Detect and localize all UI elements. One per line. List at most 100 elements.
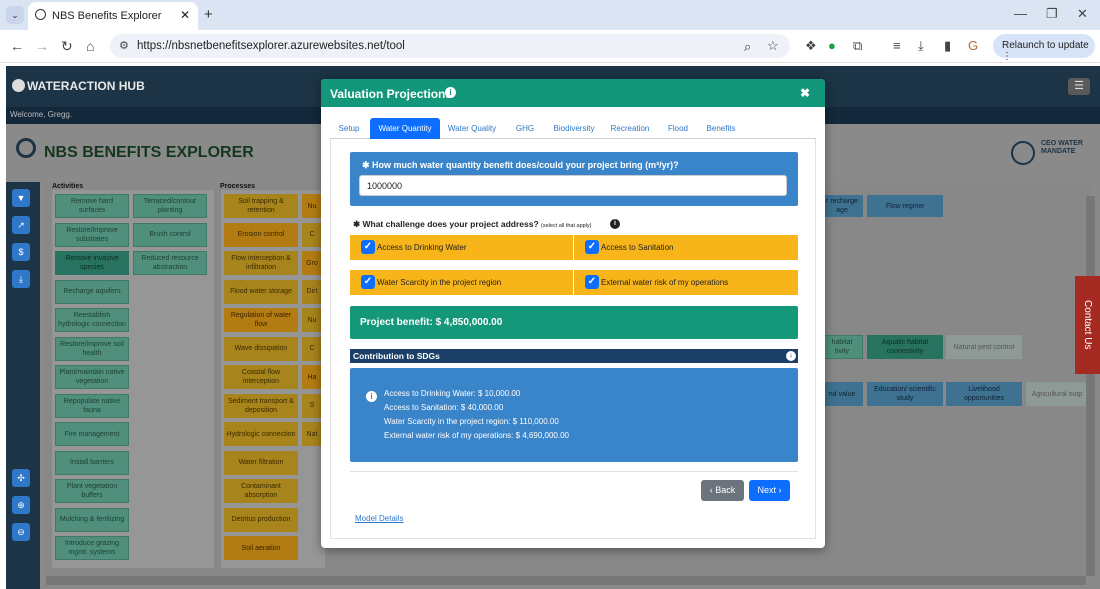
side-panel-icon[interactable]: ▮ [944,38,951,54]
model-details-link[interactable]: Model Details [355,514,403,523]
info-icon[interactable]: i [445,87,456,98]
contact-us-tab[interactable]: Contact Us [1075,276,1100,374]
dollar-icon[interactable]: $ [12,243,30,261]
home-icon[interactable]: ⌂ [86,38,94,54]
grid-cell[interactable]: Dirt [302,279,322,304]
tab-ghg[interactable]: GHG [504,118,546,139]
grid-cell[interactable]: Hydrologic connection [224,422,298,446]
grid-cell[interactable]: Coastal flow interception [224,365,298,389]
minimize-icon[interactable]: — [1014,6,1027,21]
tab-biodiversity[interactable]: Biodiversity [548,118,600,139]
grid-cell[interactable]: Reduced resource abstraction [133,251,207,275]
tab-water-quantity[interactable]: Water Quantity [370,118,440,139]
tab-close-icon[interactable]: ✕ [180,8,190,22]
grid-cell[interactable]: Gro [302,251,322,275]
checkbox-drinking-water[interactable]: ✓ Access to Drinking Water [350,235,573,260]
checkbox-external-risk[interactable]: ✓ External water risk of my operations [574,270,798,295]
grid-cell[interactable]: Contaminant absorption [224,479,298,503]
grid-cell-natural-pest[interactable]: Natural pest control [946,335,1022,359]
grid-cell[interactable]: Erosion control [224,222,298,247]
grid-cell-agricultural[interactable]: Agricultural outp [1026,382,1088,406]
grid-cell[interactable]: Plant vegetation buffers [55,479,129,503]
grid-cell[interactable]: Restore/improve substrates [55,222,129,247]
grid-cell[interactable]: Remove invasive species [55,251,129,275]
site-info-icon[interactable]: ⚙ [119,39,129,52]
grid-cell[interactable]: Terraced/contour planting [133,194,207,218]
grid-cell[interactable]: Flood water storage [224,279,298,304]
browser-tab[interactable]: NBS Benefits Explorer ✕ [28,2,198,30]
grid-cell[interactable]: Recharge aquifers [55,279,129,304]
back-arrow-icon[interactable]: ← [10,38,24,54]
grid-cell-flow-regime[interactable]: Flow regime [867,195,943,217]
grid-cell[interactable]: C [302,336,322,361]
checkbox-water-scarcity[interactable]: ✓ Water Scarcity in the project region [350,270,573,295]
close-icon[interactable]: ✖ [800,86,810,100]
grid-cell[interactable]: Remove hard surfaces [55,194,129,218]
zoom-in-icon[interactable]: ⊕ [12,496,30,514]
water-action-hub-logo[interactable]: WATERACTION HUB [12,79,145,93]
tab-setup[interactable]: Setup [330,118,368,139]
bookmark-star-icon[interactable]: ☆ [767,38,779,54]
restore-icon[interactable]: ❐ [1046,6,1058,22]
grid-cell[interactable]: Ha [302,365,322,389]
grid-cell[interactable]: Plant/maintain native vegetation [55,365,129,389]
extensions-puzzle-icon[interactable]: ⧉ [853,38,862,54]
grid-cell[interactable]: Reestablish hydrologic connection [55,308,129,332]
grid-cell[interactable]: Wave dissipation [224,336,298,361]
grid-cell[interactable]: Fire management [55,422,129,446]
grid-cell[interactable]: S [302,393,322,418]
grid-cell[interactable]: Brush control [133,222,207,247]
grid-cell[interactable]: Nu [302,308,322,332]
zoom-out-icon[interactable]: ⊖ [12,523,30,541]
sdg-collapse-header[interactable]: Contribution to SDGs ↓ [350,349,798,363]
download-icon[interactable]: ⤓ [918,38,924,54]
grid-cell[interactable]: Sediment transport & deposition [224,393,298,418]
grid-cell-land-value[interactable]: nd value [821,382,863,406]
grid-cell[interactable]: C [302,222,322,247]
grid-cell[interactable]: Soil aeration [224,536,298,560]
grid-cell[interactable]: Regulation of water flow [224,308,298,332]
water-quantity-input[interactable]: 1000000 [359,175,787,196]
vertical-scrollbar[interactable] [1086,196,1095,576]
tab-water-quality[interactable]: Water Quality [443,118,501,139]
relaunch-button[interactable]: Relaunch to update ⋮ [993,34,1095,62]
grid-cell-aquatic-habitat[interactable]: Aquatic habitat connectivity [867,335,943,359]
hamburger-menu-icon[interactable]: ☰ [1068,78,1090,95]
grid-cell[interactable]: Repopulate native fauna [55,393,129,418]
grid-cell[interactable]: Install barriers [55,450,129,475]
tab-search-button[interactable]: ⌄ [6,6,24,24]
grid-cell[interactable]: Detritus production [224,507,298,532]
grid-cell-livelihood[interactable]: Livelihood opportunities [946,382,1022,406]
next-button[interactable]: Next › [749,480,790,501]
chart-icon[interactable]: ↗ [12,216,30,234]
grid-cell[interactable]: Mulching & fertilizing [55,507,129,532]
reload-icon[interactable]: ↻ [61,38,73,55]
tab-recreation[interactable]: Recreation [604,118,656,139]
zoom-icon[interactable]: ⌕ [744,39,751,55]
checkbox-sanitation[interactable]: ✓ Access to Sanitation [574,235,798,260]
grid-cell[interactable]: Nat [302,422,322,446]
grid-cell-education[interactable]: Education/ scientific study [867,382,943,406]
grid-cell[interactable]: Restore/improve soil health [55,336,129,361]
grid-cell[interactable]: Introduce grazing mgmt. systems [55,536,129,560]
grid-cell[interactable]: Soil trapping & retention [224,194,298,218]
grid-cell-recharge[interactable]: r recharge age [821,195,863,217]
grammarly-icon[interactable]: ● [828,38,836,53]
tab-benefits[interactable]: Benefits [700,118,742,139]
tab-flood[interactable]: Flood [660,118,696,139]
grid-cell[interactable]: Water filtration [224,450,298,475]
reading-list-icon[interactable]: ≡ [893,38,901,53]
extension-icon[interactable]: ❖ [805,38,817,54]
address-bar[interactable]: ⚙ https://nbsnetbenefitsexplorer.azurewe… [110,34,790,58]
new-tab-button[interactable]: + [204,6,213,23]
grid-cell-habitat[interactable]: habitat tivity [821,335,863,359]
filter-icon[interactable]: ▼ [12,189,30,207]
grid-cell[interactable]: Nu [302,194,322,218]
download-icon[interactable]: ⤓ [12,270,30,288]
challenge-info-icon[interactable]: i [610,219,620,229]
horizontal-scrollbar[interactable] [46,576,1086,585]
grid-cell[interactable]: Flow interception & infiltration [224,251,298,275]
back-button[interactable]: ‹ Back [701,480,744,501]
expand-icon[interactable]: ✣ [12,469,30,487]
forward-arrow-icon[interactable]: → [35,38,49,54]
